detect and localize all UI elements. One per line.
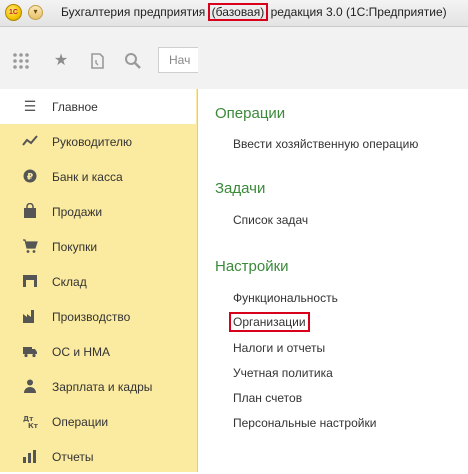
sidebar-item-operations[interactable]: Дт Кт Операции xyxy=(0,404,196,439)
cart-icon xyxy=(22,238,38,254)
sidebar-item-label: Продажи xyxy=(52,205,103,219)
sidebar-item-manager[interactable]: Руководителю xyxy=(0,124,196,159)
sidebar-item-salary[interactable]: Зарплата и кадры xyxy=(0,369,196,404)
link-chart-of-accounts[interactable]: План счетов xyxy=(233,391,302,405)
link-accounting-policy[interactable]: Учетная политика xyxy=(233,366,333,380)
sidebar-item-label: Операции xyxy=(52,415,109,429)
sidebar-item-main[interactable]: ☰ Главное xyxy=(0,89,196,124)
svg-text:Кт: Кт xyxy=(28,422,38,429)
sidebar-item-label: Главное xyxy=(52,100,98,114)
history-icon[interactable] xyxy=(86,52,108,70)
window-title: Бухгалтерия предприятия (базовая) редакц… xyxy=(61,3,447,21)
warehouse-icon xyxy=(22,273,38,289)
start-page-tab[interactable]: Нач xyxy=(158,47,198,73)
sidebar-item-label: Производство xyxy=(52,310,131,324)
favorites-star-icon[interactable]: ★ xyxy=(50,52,72,70)
sidebar-item-label: ОС и НМА xyxy=(52,345,111,359)
toolbar: ★ Нач xyxy=(0,27,468,90)
section-title-operations: Операции xyxy=(215,105,286,122)
title-prefix: Бухгалтерия предприятия xyxy=(61,5,209,19)
sidebar-item-warehouse[interactable]: Склад xyxy=(0,264,196,299)
bag-icon xyxy=(22,202,38,219)
sidebar: ☰ Главное Руководителю ₽ Банк и касса Пр… xyxy=(0,89,198,472)
svg-text:₽: ₽ xyxy=(27,173,33,183)
link-functionality[interactable]: Функциональность xyxy=(233,291,338,305)
sidebar-item-label: Банк и касса xyxy=(52,170,123,184)
main-menu-button[interactable]: ▾ xyxy=(28,5,43,20)
sidebar-item-purchases[interactable]: Покупки xyxy=(0,229,196,264)
trend-icon xyxy=(22,133,38,149)
bank-icon: ₽ xyxy=(22,168,38,184)
link-taxes-reports[interactable]: Налоги и отчеты xyxy=(233,341,325,355)
sidebar-item-label: Отчеты xyxy=(52,450,94,464)
apps-grid-icon[interactable] xyxy=(10,52,32,70)
title-bar: 1С ▾ Бухгалтерия предприятия (базовая) р… xyxy=(0,0,468,27)
link-personal-settings[interactable]: Персональные настройки xyxy=(233,416,376,430)
link-organizations[interactable]: Организации xyxy=(229,312,310,332)
sidebar-item-fixed-assets[interactable]: ОС и НМА xyxy=(0,334,196,369)
sidebar-item-sales[interactable]: Продажи xyxy=(0,194,196,229)
factory-icon xyxy=(22,308,38,324)
sidebar-item-bank[interactable]: ₽ Банк и касса xyxy=(0,159,196,194)
menu-lines-icon: ☰ xyxy=(23,98,37,114)
link-task-list[interactable]: Список задач xyxy=(233,213,308,227)
section-title-tasks: Задачи xyxy=(215,180,266,197)
section-title-settings: Настройки xyxy=(215,258,289,275)
sidebar-item-production[interactable]: Производство xyxy=(0,299,196,334)
sidebar-item-label: Склад xyxy=(52,275,87,289)
1c-logo-icon[interactable]: 1С xyxy=(5,4,22,21)
chart-icon xyxy=(22,448,38,464)
link-enter-operation[interactable]: Ввести хозяйственную операцию xyxy=(233,137,418,151)
title-suffix: редакция 3.0 (1С:Предприятие) xyxy=(267,5,447,19)
truck-icon xyxy=(22,343,38,359)
sidebar-item-label: Покупки xyxy=(52,240,98,254)
sidebar-item-label: Зарплата и кадры xyxy=(52,380,153,394)
operations-icon: Дт Кт xyxy=(22,413,39,430)
search-icon[interactable] xyxy=(122,52,144,70)
sidebar-item-label: Руководителю xyxy=(52,135,133,149)
main-content: Операции Ввести хозяйственную операцию З… xyxy=(198,89,468,472)
title-highlight: (базовая) xyxy=(207,3,269,21)
sidebar-item-reports[interactable]: Отчеты xyxy=(0,439,196,474)
people-icon xyxy=(22,378,38,394)
